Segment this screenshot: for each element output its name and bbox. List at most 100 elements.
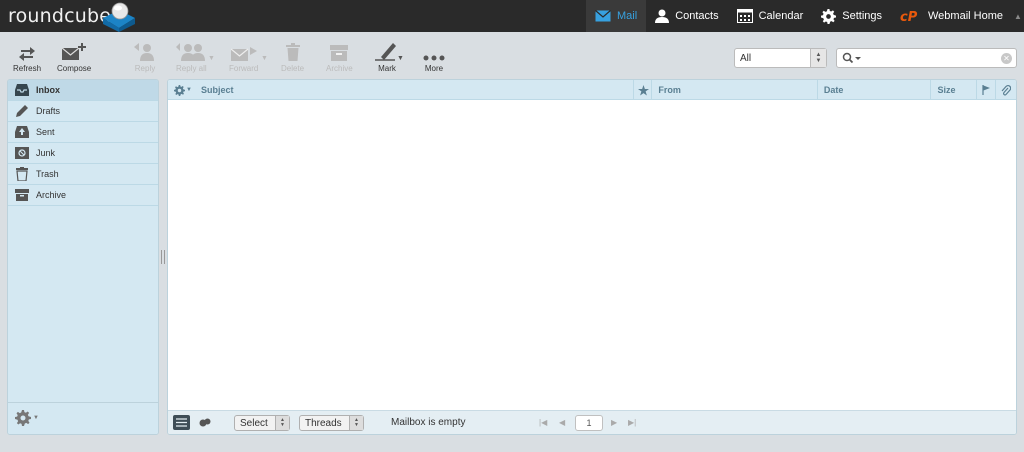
reply-all-dropdown-icon[interactable]: ▼	[208, 55, 215, 62]
refresh-button[interactable]: Refresh	[13, 41, 41, 73]
search-options-icon[interactable]	[842, 52, 862, 64]
compose-button[interactable]: Compose	[57, 41, 91, 73]
gear-icon	[174, 84, 185, 96]
folder-actions-button[interactable]: ▼	[15, 410, 39, 426]
list-icon	[173, 415, 190, 430]
more-dots-icon	[423, 55, 445, 61]
nav-settings-label: Settings	[842, 10, 882, 22]
mark-pen-icon	[375, 43, 396, 61]
message-list-header: ▼ Subject From Date Size	[168, 80, 1016, 100]
select-spinner-icon: ▲ ▼	[275, 416, 289, 430]
last-page-icon[interactable]: ▶|	[628, 418, 636, 427]
page-number-input[interactable]: 1	[575, 415, 603, 431]
archive-icon	[14, 188, 30, 202]
reply-all-button[interactable]: Reply all	[176, 41, 207, 73]
logo-text: roundcube	[8, 5, 112, 27]
delete-button[interactable]: Delete	[281, 41, 304, 73]
folder-list: Inbox Drafts Sent Junk Trash Archive ▼	[7, 79, 159, 435]
nav-webmail-home[interactable]: cP Webmail Home	[891, 0, 1012, 32]
more-button[interactable]: More	[423, 41, 445, 73]
nav-calendar-label: Calendar	[758, 10, 804, 22]
column-flagged[interactable]	[634, 80, 653, 100]
folder-archive[interactable]: Archive	[8, 185, 158, 206]
chevron-down-icon: ▼	[186, 87, 192, 93]
reply-all-icon	[176, 43, 206, 61]
threads-icon	[199, 418, 211, 427]
column-subject-label: Subject	[200, 85, 234, 95]
column-subject[interactable]: ▼ Subject	[168, 80, 634, 100]
trash-icon	[14, 167, 30, 181]
search-reset-icon[interactable]: ✕	[1001, 53, 1012, 64]
person-icon	[655, 9, 670, 23]
roundcube-cube-icon	[103, 2, 135, 32]
folder-junk[interactable]: Junk	[8, 143, 158, 164]
roundcube-logo[interactable]: roundcube	[8, 1, 111, 31]
cpanel-icon: cP	[900, 10, 918, 23]
threads-dropdown[interactable]: Threads ▲ ▼	[299, 415, 364, 431]
nav-mail-label: Mail	[617, 10, 638, 22]
compose-icon	[62, 43, 87, 60]
column-flag[interactable]	[977, 80, 997, 100]
flag-icon	[982, 85, 990, 95]
pane-splitter[interactable]	[161, 250, 165, 264]
column-date[interactable]: Date	[818, 80, 932, 100]
threads-toggle-button[interactable]	[199, 418, 211, 430]
message-list-footer: Select ▲ ▼ Threads ▲ ▼ Mailbox is empty |◀…	[168, 410, 1016, 434]
list-view-button[interactable]	[173, 415, 190, 433]
column-size[interactable]: Size	[931, 80, 977, 100]
forward-icon	[230, 47, 257, 61]
nav-webmail-home-label: Webmail Home	[928, 10, 1003, 22]
gear-icon	[15, 410, 31, 426]
previous-page-icon[interactable]: ◀	[559, 418, 565, 427]
column-from-label: From	[658, 85, 681, 95]
folder-drafts[interactable]: Drafts	[8, 101, 158, 122]
refresh-icon	[19, 47, 35, 61]
select-spinner-icon: ▲ ▼	[810, 49, 826, 67]
filter-value: All	[740, 52, 752, 64]
nav-contacts[interactable]: Contacts	[646, 0, 727, 32]
sent-icon	[14, 125, 30, 139]
calendar-icon	[736, 9, 753, 23]
mark-button[interactable]: Mark	[375, 41, 399, 73]
next-page-icon[interactable]: ▶	[611, 418, 617, 427]
search-input[interactable]: ✕	[836, 48, 1017, 68]
nav-contacts-label: Contacts	[675, 10, 719, 22]
folder-sent[interactable]: Sent	[8, 122, 158, 143]
chevron-down-icon: ▼	[33, 415, 39, 421]
pencil-icon	[14, 104, 30, 118]
archive-button[interactable]: Archive	[326, 41, 353, 73]
inbox-icon	[14, 83, 30, 97]
page-number: 1	[586, 418, 592, 428]
forward-dropdown-icon[interactable]: ▼	[261, 55, 268, 62]
select-spinner-icon: ▲ ▼	[349, 416, 363, 430]
select-dropdown-label: Select	[240, 417, 268, 429]
junk-icon	[14, 146, 30, 160]
folder-trash[interactable]: Trash	[8, 164, 158, 185]
reply-button[interactable]: Reply	[134, 41, 156, 73]
archive-icon	[330, 45, 349, 61]
svg-text:cP: cP	[900, 10, 918, 23]
message-filter-select[interactable]: All ▲ ▼	[734, 48, 827, 68]
reply-icon	[134, 43, 154, 61]
envelope-icon	[595, 10, 611, 22]
first-page-icon[interactable]: |◀	[539, 418, 547, 427]
column-attachment[interactable]	[996, 80, 1016, 100]
select-dropdown[interactable]: Select ▲ ▼	[234, 415, 290, 431]
nav-calendar[interactable]: Calendar	[728, 0, 813, 32]
mark-dropdown-icon[interactable]: ▼	[397, 55, 404, 62]
nav-more-dropdown[interactable]: ▲	[1012, 0, 1024, 32]
folder-list-footer: ▼	[8, 402, 158, 434]
paperclip-icon	[1001, 84, 1012, 95]
message-list: ▼ Subject From Date Size Select ▲ ▼ Thre…	[167, 79, 1017, 435]
nav-mail[interactable]: Mail	[586, 0, 647, 32]
top-bar: roundcube Mail Contacts Calendar Setting…	[0, 0, 1024, 32]
forward-button[interactable]: Forward	[229, 41, 258, 73]
threads-dropdown-label: Threads	[305, 417, 342, 429]
caret-up-icon: ▲	[1014, 11, 1022, 21]
list-options-button[interactable]: ▼	[174, 84, 192, 96]
star-icon	[637, 84, 649, 96]
trash-icon	[285, 43, 300, 61]
nav-settings[interactable]: Settings	[812, 0, 891, 32]
column-from[interactable]: From	[652, 80, 818, 100]
folder-inbox[interactable]: Inbox	[8, 80, 158, 101]
